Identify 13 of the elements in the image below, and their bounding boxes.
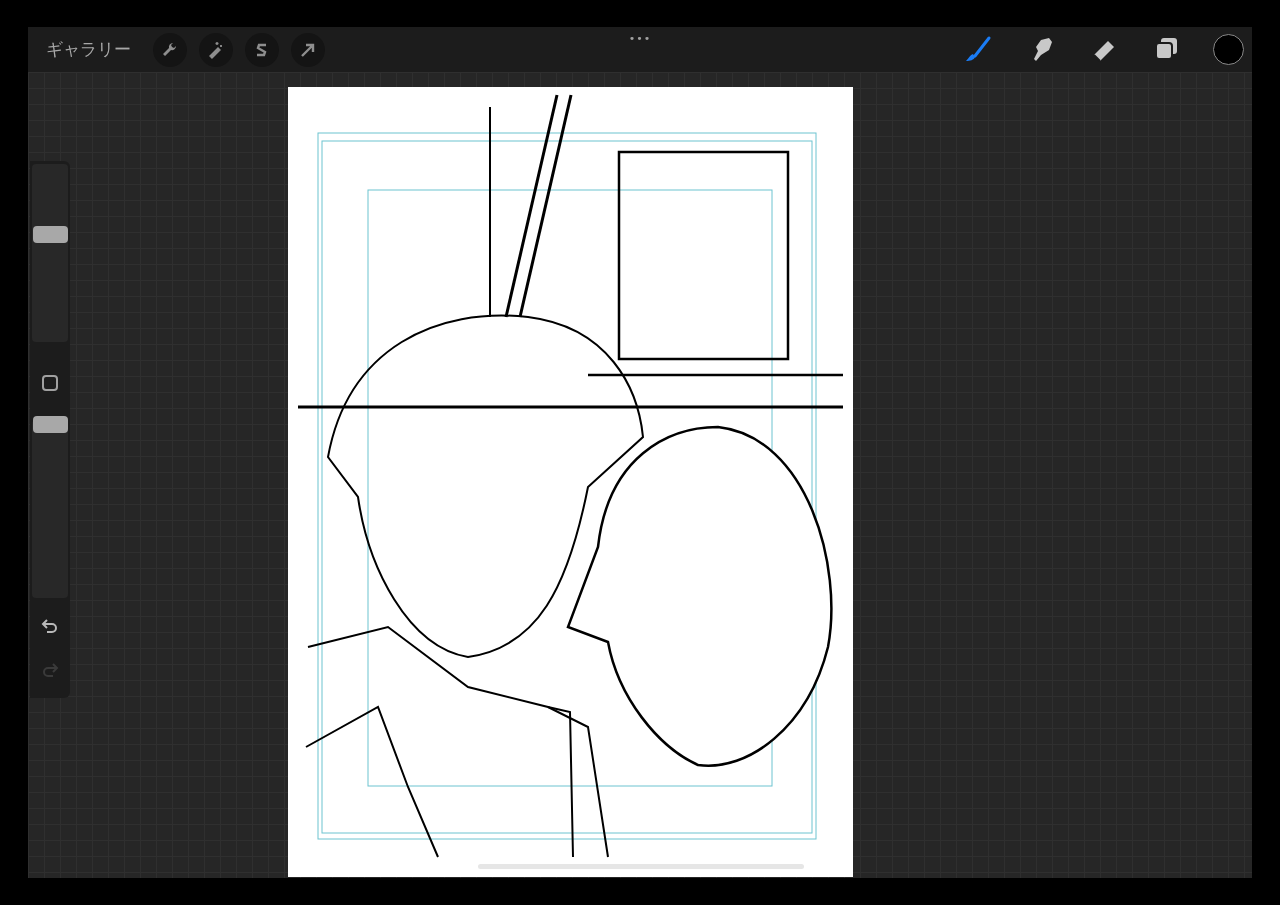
toolbar-button[interactable] bbox=[245, 32, 279, 67]
toolbar-button[interactable] bbox=[291, 32, 325, 67]
color-swatch[interactable] bbox=[1213, 34, 1244, 65]
slider-thumb[interactable] bbox=[33, 226, 68, 244]
more-options-button[interactable]: ••• bbox=[626, 28, 654, 49]
square-icon bbox=[42, 375, 58, 391]
toolbar-button[interactable] bbox=[199, 32, 233, 67]
undo-arrow-icon bbox=[40, 616, 60, 636]
toolbar-button[interactable] bbox=[153, 32, 187, 67]
brush-size-slider[interactable] bbox=[32, 164, 68, 342]
gallery-button[interactable]: ギャラリー bbox=[40, 32, 137, 67]
slider-thumb[interactable] bbox=[33, 416, 68, 434]
redo-arrow-icon bbox=[40, 660, 60, 680]
